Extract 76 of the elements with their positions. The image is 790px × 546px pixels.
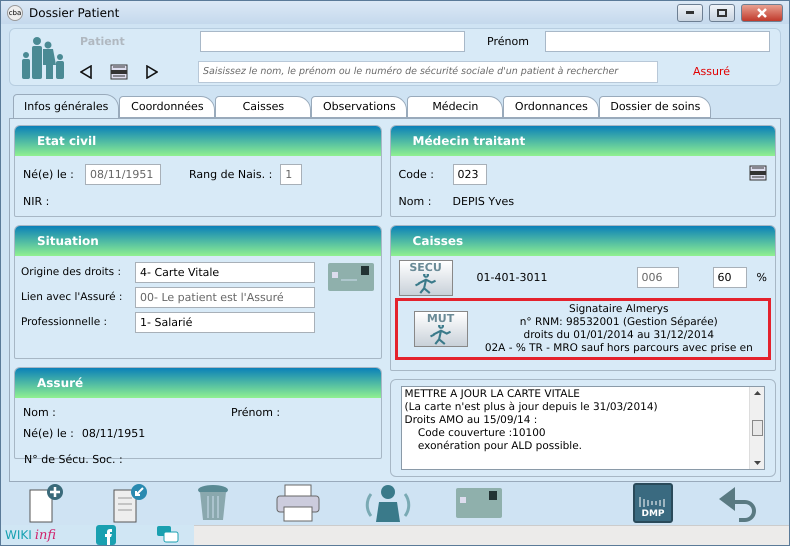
field-label: Nom : (23, 406, 57, 419)
infi-logo-text[interactable]: infi (34, 528, 56, 542)
notes-line: Droits AMO au 15/09/14 : (404, 414, 538, 427)
insurance-info-line: 02A - % TR - MRO sauf hors parcours avec prise en (484, 342, 753, 355)
tab[interactable]: Caisses (215, 96, 312, 118)
facebook-icon[interactable] (96, 525, 116, 545)
next-icon[interactable] (146, 64, 158, 79)
tab[interactable]: Médecin (407, 96, 504, 118)
first-name-field[interactable] (545, 31, 770, 52)
field-label: Lien avec l'Assuré : (21, 290, 124, 304)
notes-box[interactable]: METTRE A JOUR LA CARTE VITALE (La carte n'est plus à jour depuis le 31/03/2014) Droits AMO au 15/09/14 : Code couverture :10100 exonération pour ALD possible. (400, 386, 765, 470)
field-label: Prénom : (231, 406, 280, 419)
notes-line: METTRE A JOUR LA CARTE VITALE (404, 388, 581, 401)
fund-number: 01-401-3011 (476, 271, 548, 284)
percent-sign: % (756, 271, 767, 284)
tab[interactable]: Observations (311, 96, 408, 118)
scroll-up-icon[interactable] (754, 390, 760, 395)
field-label: Professionnelle : (21, 315, 108, 330)
panel-header: Situation (15, 226, 381, 256)
birth-rank-field[interactable]: 1 (280, 164, 302, 185)
scroll-down-icon[interactable] (754, 460, 760, 465)
tab[interactable]: Dossier de soins (599, 96, 712, 118)
chat-icon[interactable] (156, 525, 180, 545)
situation-field[interactable]: 1- Salarié (135, 312, 315, 333)
tab[interactable]: Coordonnées (119, 96, 216, 118)
doctor-code-field[interactable]: 023 (452, 164, 487, 185)
rate-field[interactable]: 60 (712, 267, 747, 288)
scrollbar[interactable] (749, 386, 764, 469)
insurance-info-line: Signataire Almerys (569, 302, 669, 316)
field-label: N° de Sécu. Soc. : (23, 452, 124, 466)
notes-line: exonération pour ALD possible. (416, 440, 583, 453)
field-value: 08/11/1951 (82, 426, 146, 440)
maximize-icon (717, 8, 727, 17)
insurance-info-line: n° RNM: 98532001 (Gestion Séparée) (520, 316, 718, 329)
notes-line: Code couverture :10100 (416, 426, 547, 440)
minimize-icon (686, 11, 694, 14)
family-icon (20, 34, 66, 79)
doctor-name: DEPIS Yves (452, 194, 514, 208)
window-title: Dossier Patient (29, 6, 120, 20)
health-card-icon[interactable] (455, 487, 503, 520)
maximize-button[interactable] (709, 4, 735, 22)
panel-header: Assuré (15, 368, 381, 398)
person-icon[interactable] (365, 482, 411, 524)
first-name-label: Prénom (486, 35, 530, 48)
health-card-icon (326, 262, 375, 292)
field-label: Nom : (398, 194, 432, 208)
field-label: NIR : (23, 194, 50, 208)
panel-header: Etat civil (15, 126, 381, 156)
field-label: Rang de Nais. : (189, 168, 272, 181)
minimize-button[interactable] (677, 4, 703, 22)
insured-status: Assuré (692, 65, 730, 78)
tab[interactable]: Infos générales (13, 94, 120, 118)
centre-field[interactable]: 006 (636, 267, 679, 288)
search-field[interactable]: Saisissez le nom, le prénom ou le numéro de sécurité sociale d'un patient à rechercher (198, 60, 658, 83)
close-icon (757, 8, 767, 18)
notes-line: (La carte n'est plus à jour depuis le 31/03/2014) (404, 400, 659, 414)
panel-header: Médecin traitant (390, 126, 775, 156)
field-label: Code : (398, 168, 435, 181)
field-label: Né(e) le : (23, 168, 75, 181)
previous-icon[interactable] (80, 64, 92, 79)
situation-field[interactable]: 4- Carte Vitale (135, 262, 315, 283)
panel-header: Caisses (390, 226, 775, 256)
birth-date-field[interactable]: 08/11/1951 (85, 164, 161, 185)
field-label: Origine des droits : (21, 265, 122, 280)
field-label: Né(e) le : (23, 426, 74, 440)
patient-name-field[interactable] (200, 31, 465, 52)
list-icon[interactable] (110, 64, 128, 80)
insurance-info-line: droits du 01/01/2014 au 31/12/2014 (524, 328, 714, 342)
scroll-thumb[interactable] (752, 420, 762, 436)
runner-icon (412, 274, 439, 295)
close-button[interactable] (741, 4, 783, 22)
list-icon[interactable] (749, 164, 767, 181)
runner-icon (428, 324, 454, 346)
dmp-button[interactable]: DMP (633, 483, 673, 524)
tab[interactable]: Ordonnances (503, 96, 600, 118)
printer-icon[interactable] (275, 483, 321, 524)
